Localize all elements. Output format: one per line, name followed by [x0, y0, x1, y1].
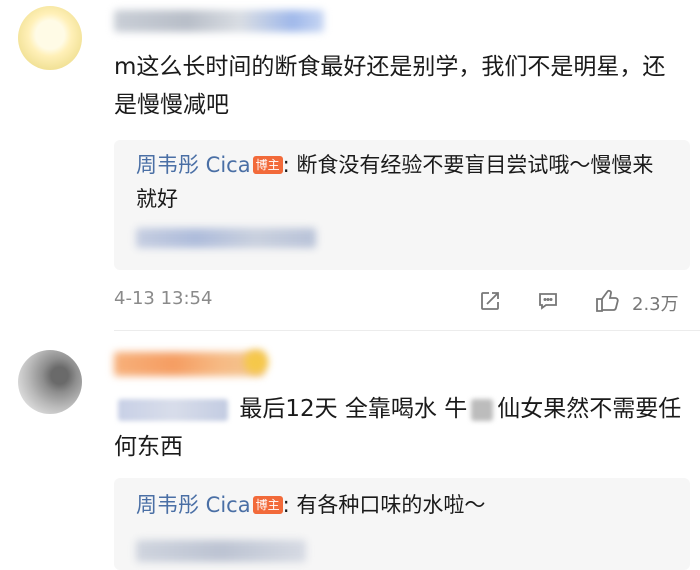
comment-button[interactable]	[536, 289, 560, 317]
username-blurred[interactable]	[114, 352, 264, 376]
share-icon	[481, 292, 499, 310]
reply-separator: :	[282, 153, 290, 177]
thumbs-up-icon	[596, 289, 619, 312]
like-button[interactable]	[594, 288, 622, 318]
reply-author[interactable]: 周韦彤 Cica	[136, 493, 251, 517]
comment-text: m这么长时间的断食最好还是别学，我们不是明星，还是慢慢减吧	[114, 54, 666, 118]
avatar[interactable]	[18, 350, 82, 414]
mention-blurred[interactable]	[118, 398, 228, 421]
reply-content: 周韦彤 Cica 博主: 有各种口味的水啦～	[136, 488, 666, 522]
reply-content: 周韦彤 Cica 博主: 断食没有经验不要盲目尝试哦～慢慢来就好	[136, 148, 666, 216]
divider	[114, 330, 700, 331]
reply-text: 有各种口味的水啦～	[296, 493, 486, 517]
blogger-badge: 博主	[252, 156, 283, 174]
reply-box[interactable]: 周韦彤 Cica 博主: 有各种口味的水啦～	[114, 478, 690, 570]
reply-box[interactable]: 周韦彤 Cica 博主: 断食没有经验不要盲目尝试哦～慢慢来就好	[114, 140, 690, 270]
text-blurred	[471, 398, 494, 421]
comment-text-part1: 最后12天 全靠喝水 牛	[239, 396, 468, 422]
user-badge-blurred	[244, 350, 268, 374]
comment-icon	[539, 293, 557, 310]
timestamp: 4-13 13:54	[114, 288, 213, 309]
comment-text: 最后12天 全靠喝水 牛仙女果然不需要任何东西	[114, 390, 684, 466]
like-count: 2.3万	[632, 294, 679, 315]
more-replies-blurred[interactable]	[136, 228, 316, 248]
blogger-badge: 博主	[252, 496, 283, 514]
avatar[interactable]	[18, 6, 82, 70]
more-replies-blurred[interactable]	[136, 540, 306, 562]
share-button[interactable]	[478, 289, 502, 317]
username-blurred[interactable]	[114, 10, 324, 32]
reply-separator: :	[282, 493, 290, 517]
reply-author[interactable]: 周韦彤 Cica	[136, 153, 251, 177]
